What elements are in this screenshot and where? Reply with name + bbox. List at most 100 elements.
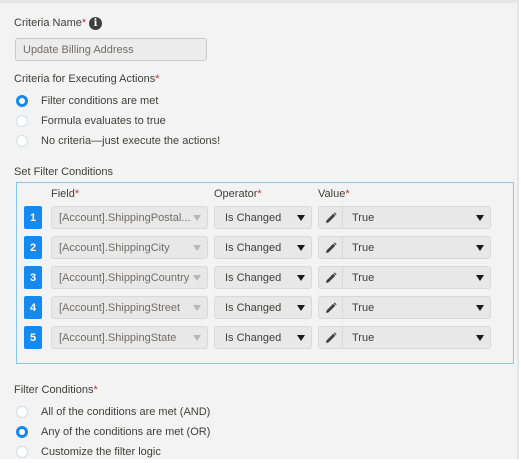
operator-select-value: Is Changed bbox=[225, 301, 282, 314]
field-select[interactable]: [Account].ShippingPostal... bbox=[51, 206, 208, 229]
value-control: True bbox=[318, 326, 491, 349]
operator-header-text: Operator bbox=[214, 188, 258, 200]
radio-button[interactable] bbox=[16, 115, 28, 127]
radio-all-conditions-and[interactable]: All of the conditions are met (AND) bbox=[16, 406, 210, 418]
value-select[interactable]: True bbox=[343, 327, 490, 348]
criteria-executing-label-text: Criteria for Executing Actions bbox=[14, 73, 156, 85]
chevron-down-icon bbox=[297, 214, 305, 221]
field-select-value: [Account].ShippingPostal... bbox=[59, 211, 191, 224]
operator-select[interactable]: Is Changed bbox=[214, 296, 312, 319]
pencil-icon[interactable] bbox=[319, 327, 343, 348]
value-select[interactable]: True bbox=[343, 207, 490, 228]
field-select[interactable]: [Account].ShippingCountry bbox=[51, 266, 208, 289]
chevron-down-icon bbox=[476, 304, 484, 311]
criteria-name-label-text: Criteria Name bbox=[14, 17, 82, 29]
filter-conditions-box: Field* Operator* Value* 1 [Account].Shipp… bbox=[16, 182, 514, 364]
chevron-down-icon bbox=[297, 274, 305, 281]
field-column-header: Field* bbox=[51, 188, 79, 200]
criteria-name-input[interactable] bbox=[15, 38, 207, 61]
value-select[interactable]: True bbox=[343, 297, 490, 318]
filter-row: 3 [Account].ShippingCountry Is Changed True bbox=[23, 266, 503, 289]
value-control: True bbox=[318, 296, 491, 319]
row-number: 2 bbox=[24, 236, 42, 259]
filter-conditions-label: Filter Conditions* bbox=[14, 384, 98, 396]
operator-select-value: Is Changed bbox=[225, 241, 282, 254]
radio-label: No criteria—just execute the actions! bbox=[41, 135, 221, 147]
operator-select[interactable]: Is Changed bbox=[214, 236, 312, 259]
value-select-value: True bbox=[352, 241, 375, 254]
radio-filter-conditions-met[interactable]: Filter conditions are met bbox=[16, 95, 158, 107]
row-number: 5 bbox=[24, 326, 42, 349]
required-mark: * bbox=[93, 384, 98, 396]
field-select-value: [Account].ShippingCountry bbox=[59, 271, 190, 284]
required-mark: * bbox=[155, 73, 160, 85]
radio-label: Any of the conditions are met (OR) bbox=[41, 426, 211, 438]
field-select-value: [Account].ShippingState bbox=[59, 331, 177, 344]
set-filter-label: Set Filter Conditions bbox=[14, 166, 114, 178]
radio-button[interactable] bbox=[16, 406, 28, 418]
pencil-icon[interactable] bbox=[319, 297, 343, 318]
operator-select-value: Is Changed bbox=[225, 211, 282, 224]
row-number: 4 bbox=[24, 296, 42, 319]
value-select-value: True bbox=[352, 211, 375, 224]
radio-label: Customize the filter logic bbox=[41, 446, 161, 458]
chevron-down-icon bbox=[193, 214, 201, 221]
value-select[interactable]: True bbox=[343, 237, 490, 258]
field-select[interactable]: [Account].ShippingStreet bbox=[51, 296, 208, 319]
radio-button-selected[interactable] bbox=[16, 95, 28, 107]
chevron-down-icon bbox=[297, 334, 305, 341]
chevron-down-icon bbox=[297, 304, 305, 311]
chevron-down-icon bbox=[297, 244, 305, 251]
pencil-icon[interactable] bbox=[319, 207, 343, 228]
value-control: True bbox=[318, 206, 491, 229]
filter-row: 4 [Account].ShippingStreet Is Changed True bbox=[23, 296, 503, 319]
field-select[interactable]: [Account].ShippingCity bbox=[51, 236, 208, 259]
row-number: 3 bbox=[24, 266, 42, 289]
radio-button[interactable] bbox=[16, 446, 28, 458]
radio-any-conditions-or[interactable]: Any of the conditions are met (OR) bbox=[16, 426, 210, 438]
operator-select-value: Is Changed bbox=[225, 271, 282, 284]
required-mark: * bbox=[345, 188, 350, 200]
filter-row: 5 [Account].ShippingState Is Changed True bbox=[23, 326, 503, 349]
operator-select-value: Is Changed bbox=[225, 331, 282, 344]
radio-customize-logic[interactable]: Customize the filter logic bbox=[16, 446, 161, 458]
field-select-value: [Account].ShippingStreet bbox=[59, 301, 181, 314]
value-control: True bbox=[318, 236, 491, 259]
radio-label: Filter conditions are met bbox=[41, 95, 159, 107]
chevron-down-icon bbox=[193, 274, 201, 281]
filter-row: 1 [Account].ShippingPostal... Is Changed Tr… bbox=[23, 206, 503, 229]
criteria-executing-label: Criteria for Executing Actions* bbox=[14, 73, 160, 85]
value-control: True bbox=[318, 266, 491, 289]
chevron-down-icon bbox=[476, 274, 484, 281]
filter-row: 2 [Account].ShippingCity Is Changed True bbox=[23, 236, 503, 259]
field-header-text: Field bbox=[51, 188, 75, 200]
field-select-value: [Account].ShippingCity bbox=[59, 241, 170, 254]
operator-column-header: Operator* bbox=[214, 188, 262, 200]
radio-label: All of the conditions are met (AND) bbox=[41, 406, 211, 418]
criteria-panel: Criteria Name* i Criteria for Executing … bbox=[0, 0, 519, 459]
operator-select[interactable]: Is Changed bbox=[214, 206, 312, 229]
pencil-icon[interactable] bbox=[319, 237, 343, 258]
radio-no-criteria[interactable]: No criteria—just execute the actions! bbox=[16, 135, 220, 147]
chevron-down-icon bbox=[476, 214, 484, 221]
value-column-header: Value* bbox=[318, 188, 350, 200]
field-select[interactable]: [Account].ShippingState bbox=[51, 326, 208, 349]
value-select-value: True bbox=[352, 271, 375, 284]
criteria-name-label: Criteria Name* bbox=[14, 17, 86, 29]
value-select-value: True bbox=[352, 331, 375, 344]
radio-button[interactable] bbox=[16, 135, 28, 147]
chevron-down-icon bbox=[476, 244, 484, 251]
operator-select[interactable]: Is Changed bbox=[214, 266, 312, 289]
value-header-text: Value bbox=[318, 188, 346, 200]
filter-conditions-label-text: Filter Conditions bbox=[14, 384, 94, 396]
radio-formula-true[interactable]: Formula evaluates to true bbox=[16, 115, 166, 127]
value-select[interactable]: True bbox=[343, 267, 490, 288]
operator-select[interactable]: Is Changed bbox=[214, 326, 312, 349]
required-mark: * bbox=[81, 17, 87, 29]
radio-button-selected[interactable] bbox=[16, 426, 28, 438]
chevron-down-icon bbox=[193, 304, 201, 311]
chevron-down-icon bbox=[193, 334, 201, 341]
pencil-icon[interactable] bbox=[319, 267, 343, 288]
info-icon[interactable]: i bbox=[89, 17, 102, 30]
value-select-value: True bbox=[352, 301, 375, 314]
